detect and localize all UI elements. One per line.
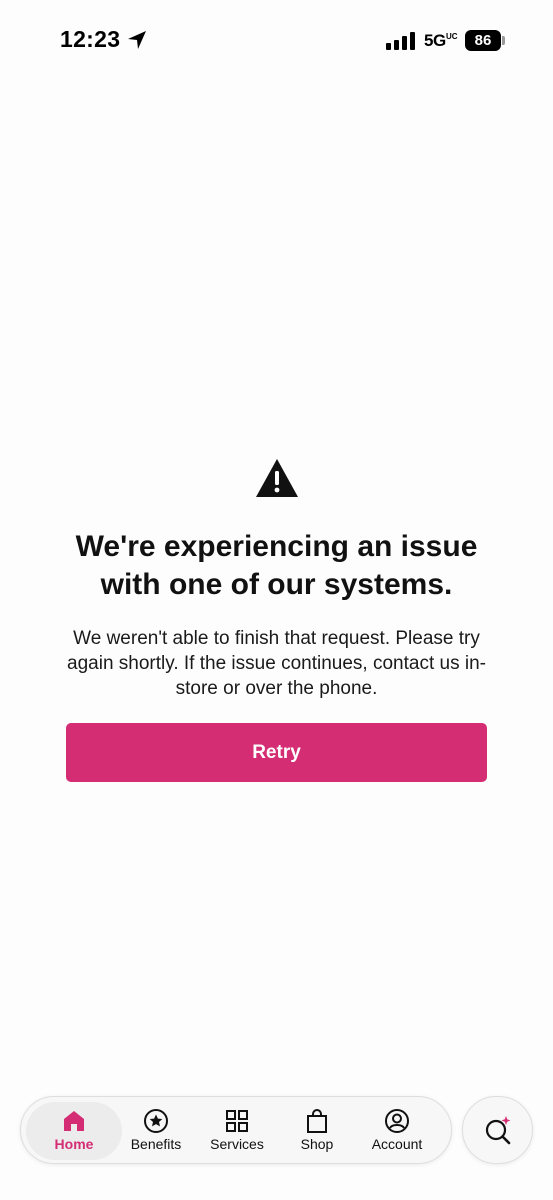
network-suffix: UC [446, 32, 458, 41]
shopping-bag-icon [307, 1109, 327, 1133]
nav-item-benefits[interactable]: Benefits [116, 1102, 196, 1160]
home-icon [64, 1111, 84, 1131]
nav-label-benefits: Benefits [130, 1136, 182, 1152]
star-circle-icon [144, 1109, 168, 1133]
status-bar: 12:23 5G UC 86 [0, 0, 553, 80]
nav-label-home: Home [54, 1136, 94, 1152]
bottom-nav: Home Benefits Services Shop Account [20, 1096, 452, 1164]
warning-triangle-icon [255, 459, 298, 497]
battery-level: 86 [474, 32, 492, 49]
nav-label-services: Services [210, 1136, 264, 1152]
nav-label-account: Account [371, 1136, 423, 1152]
retry-button[interactable]: Retry [66, 723, 487, 782]
error-message: We weren't able to finish that request. … [67, 628, 486, 699]
grid-icon [226, 1110, 248, 1132]
nav-label-shop: Shop [300, 1136, 334, 1152]
nav-item-services[interactable]: Services [197, 1102, 277, 1160]
error-screen: 12:23 5G UC 86 We're experiencing an iss… [0, 0, 553, 1200]
search-button[interactable] [462, 1096, 533, 1164]
search-sparkle-icon [485, 1116, 510, 1145]
status-time: 12:23 [60, 26, 121, 52]
nav-item-account[interactable]: Account [357, 1102, 437, 1160]
battery-icon: 86 [465, 30, 501, 51]
account-icon [385, 1109, 409, 1133]
error-message-block: We're experiencing an issue with one of … [0, 458, 553, 701]
network-type: 5G [424, 31, 446, 50]
nav-item-home[interactable]: Home [26, 1102, 122, 1160]
battery-nub [502, 36, 505, 45]
error-headline: We're experiencing an issue with one of … [75, 530, 478, 601]
nav-item-shop[interactable]: Shop [277, 1102, 357, 1160]
signal-bars-icon [386, 32, 415, 50]
location-arrow-icon [128, 31, 146, 49]
